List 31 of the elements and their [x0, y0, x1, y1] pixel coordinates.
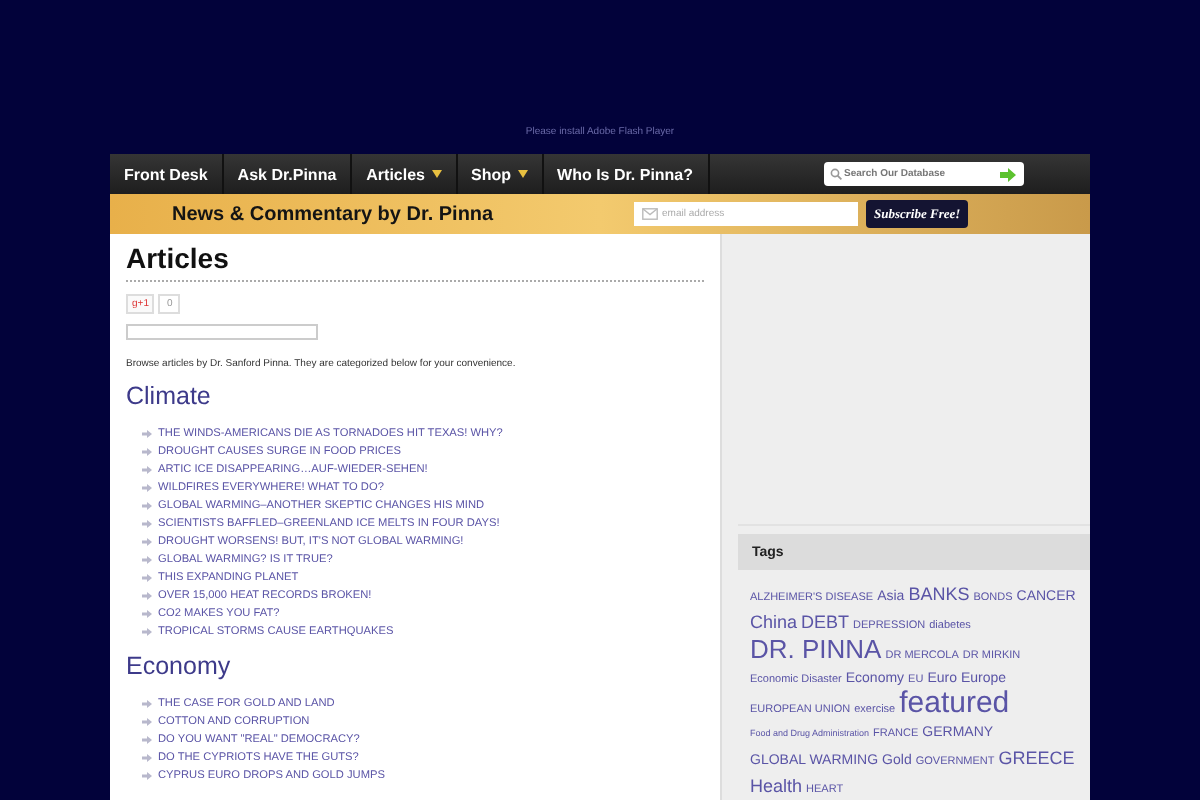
tag-link[interactable]: BANKS	[908, 582, 970, 606]
section-heading: Climate	[126, 382, 213, 410]
arrow-bullet-icon	[142, 627, 152, 635]
arrow-bullet-icon	[142, 483, 152, 491]
tag-link[interactable]: DEBT	[801, 610, 850, 634]
arrow-bullet-icon	[142, 753, 152, 761]
arrow-icon[interactable]	[1000, 167, 1016, 181]
arrow-bullet-icon	[142, 465, 152, 473]
section-heading: Economy	[126, 652, 233, 680]
tag-link[interactable]: Health	[750, 774, 803, 798]
arrow-bullet-icon	[142, 717, 152, 725]
arrow-bullet-icon	[142, 609, 152, 617]
arrow-bullet-icon	[142, 537, 152, 545]
arrow-bullet-icon	[142, 573, 152, 581]
tag-link[interactable]: China	[750, 610, 798, 634]
arrow-bullet-icon	[142, 501, 152, 509]
tag-link[interactable]: DR. PINNA	[750, 638, 882, 662]
site-tagline: News & Commentary by Dr. Pinna	[172, 203, 496, 225]
tag-link[interactable]: GREECE	[998, 746, 1075, 770]
caret-icon	[517, 170, 528, 178]
caret-icon	[431, 170, 442, 178]
arrow-bullet-icon	[142, 447, 152, 455]
arrow-bullet-icon	[142, 519, 152, 527]
page-title: Articles	[126, 242, 231, 274]
tag-link[interactable]: featured	[899, 692, 1010, 716]
arrow-bullet-icon	[142, 429, 152, 437]
arrow-bullet-icon	[142, 771, 152, 779]
arrow-bullet-icon	[142, 555, 152, 563]
arrow-bullet-icon	[142, 735, 152, 743]
arrow-bullet-icon	[142, 591, 152, 599]
arrow-bullet-icon	[142, 699, 152, 707]
